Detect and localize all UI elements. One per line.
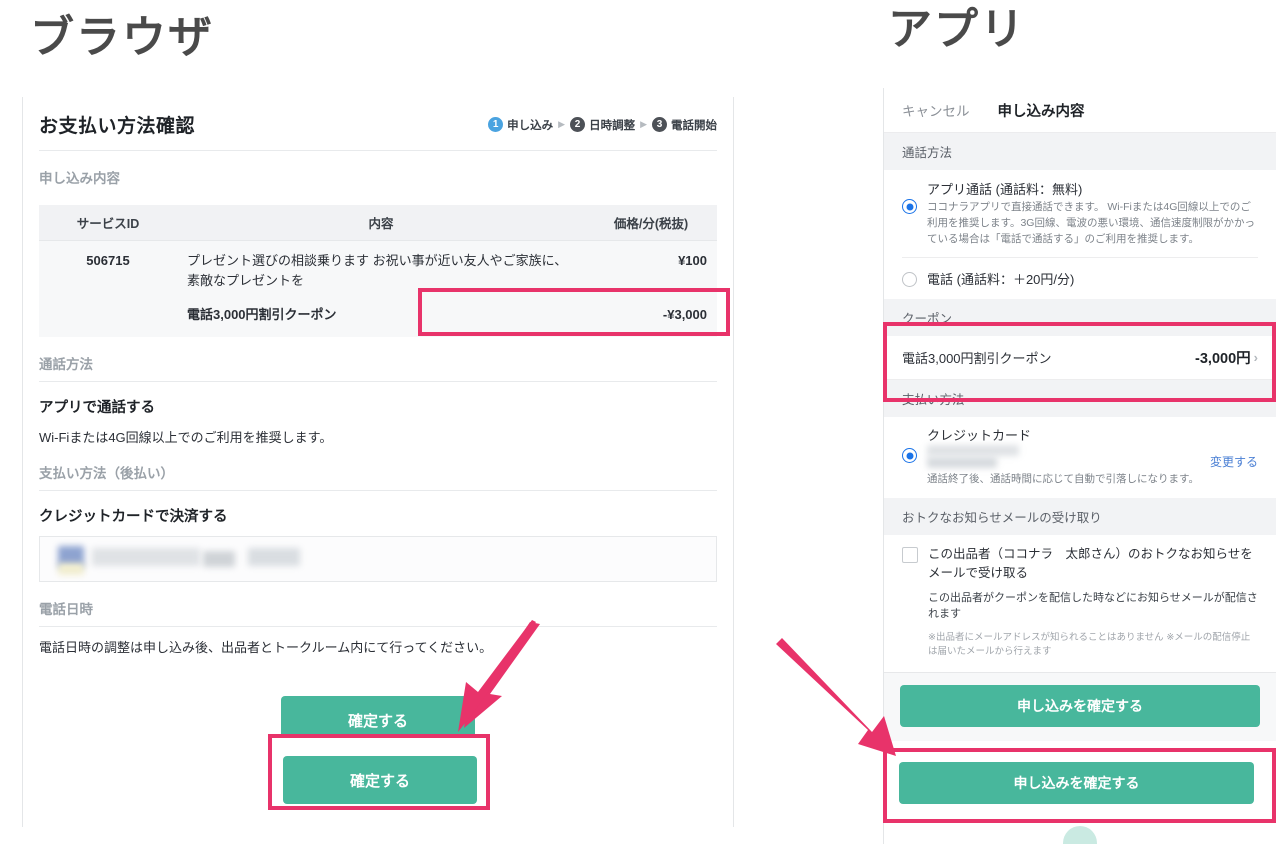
table-row: 506715 プレゼント選びの相談乗ります お祝い事が近い友人やご家族に、素敵な… [39,240,717,302]
card-number-masked [92,548,200,567]
cell-coupon: 電話3,000円割引クーポン -¥3,000 [177,301,717,338]
cell-description: プレゼント選びの相談乗ります お祝い事が近い友人やご家族に、素敵なプレゼントを [177,240,585,302]
app-call-method-options: アプリ通話 (通話料：無料) ココナラアプリで直接通話できます。 Wi-Fiまた… [884,170,1276,300]
table-header-row: サービスID 内容 価格/分(税抜) [39,205,717,241]
payment-title: クレジットカードで決済する [39,509,228,526]
newsletter-sub-note: この出品者がクーポンを配信した時などにお知らせメールが配信されます [928,591,1258,621]
app-payment-title: クレジットカード [927,428,1032,444]
card-brand-icon-lower [58,563,84,576]
step-indicator: 1 申し込み ▶ 2 日時調整 ▶ 3 電話開始 [488,117,717,133]
app-coupon-name: 電話3,000円割引クーポン [902,351,1052,367]
caption-app: アプリ [888,5,1026,54]
app-confirm-button[interactable]: 申し込みを確定する [900,684,1260,727]
radio-option-app-call[interactable]: アプリ通話 (通話料：無料) ココナラアプリで直接通話できます。 Wi-Fiまた… [902,170,1258,259]
card-line-1-masked [927,445,1019,457]
call-method-title: アプリで通話する [39,400,155,417]
step-label-1: 申し込み [507,119,554,132]
column-header-price: 価格/分(税抜) [585,205,717,241]
browser-confirm-wrapper: 確定する [39,696,717,745]
step-item-3: 3 電話開始 [652,117,717,133]
radio-label-app-call: アプリ通話 (通話料：無料) [927,182,1083,197]
step-separator-icon-2: ▶ [640,119,647,129]
app-group-header-payment: 支払い方法 [884,380,1276,418]
step-item-2: 2 日時調整 [570,117,635,133]
step-number-badge-1: 1 [488,117,504,132]
app-group-header-call-method: 通話方法 [884,133,1276,170]
step-separator-icon-1: ▶ [558,119,566,129]
app-payment-card-masked [927,445,1258,469]
app-nav-title: 申し込み内容 [997,103,1085,120]
step-item-1: 1 申し込み [488,117,553,133]
browser-confirm-button-overlay[interactable]: 確定する [283,756,477,804]
radio-label-phone-call: 電話 (通話料：＋20円/分) [927,272,1075,288]
coupon-name: 電話3,000円割引クーポン [187,307,337,323]
order-table: サービスID 内容 価格/分(税抜) 506715 プレゼント選びの相談乗ります… [39,205,717,338]
column-header-content: 内容 [177,205,585,241]
change-payment-link[interactable]: 変更する [1210,453,1258,470]
newsletter-checkbox-row[interactable]: この出品者（ココナラ 太郎さん）のおトクなお知らせをメールで受け取る この出品者… [884,535,1276,660]
step-number-badge-2: 2 [570,117,586,132]
browser-panel: お支払い方法確認 1 申し込み ▶ 2 日時調整 ▶ 3 電話開始 申し込み内容 [22,97,734,827]
table-row-coupon: 電話3,000円割引クーポン -¥3,000 [39,301,717,338]
radio-option-phone-call[interactable]: 電話 (通話料：＋20円/分) [902,258,1258,299]
payment-label: 支払い方法（後払い） [39,446,717,492]
newsletter-checkbox-label: この出品者（ココナラ 太郎さん）のおトクなお知らせをメールで受け取る [928,547,1253,580]
app-panel: キャンセル 申し込み内容 通話方法 アプリ通話 (通話料：無料) ココナラアプリ… [883,88,1276,844]
app-group-header-newsletter: おトクなお知らせメールの受け取り [884,498,1276,535]
browser-confirm-button[interactable]: 確定する [281,696,475,745]
app-coupon-row[interactable]: 電話3,000円割引クーポン -3,000円 › [884,336,1276,381]
chevron-right-icon: › [1253,350,1258,366]
radio-icon-phone-call[interactable] [902,271,917,287]
screenshot-root: ブラウザ アプリ お支払い方法確認 1 申し込み ▶ 2 日時調整 ▶ 3 電話… [0,0,1276,844]
step-label-3: 電話開始 [671,119,717,132]
card-number-tail-masked [203,551,235,568]
cell-price: ¥100 [585,240,717,302]
step-number-badge-3: 3 [652,117,667,132]
checkbox-icon-newsletter[interactable] [902,547,918,563]
card-expiry-masked [248,548,300,567]
app-coupon-value: -3,000円 › [1195,347,1258,368]
decorative-arc [1063,826,1097,844]
radio-desc-app-call: ココナラアプリで直接通話できます。 Wi-Fiまたは4G回線以上でのご利用を推奨… [927,201,1255,245]
radio-icon-app-call[interactable] [902,199,917,214]
step-label-2: 日時調整 [589,119,636,132]
newsletter-fine-print: ※出品者にメールアドレスが知られることはありません ※メールの配信停止は届いたメ… [928,631,1251,658]
card-line-2-masked [927,457,997,469]
datetime-label: 電話日時 [39,582,717,628]
app-payment-row[interactable]: クレジットカード 変更する 通話終了後、通話時間に応じて自動で引落しになります。 [884,417,1276,498]
datetime-note: 電話日時の調整は申し込み後、出品者とトークルーム内にて行ってください。 [39,640,493,656]
credit-card-field[interactable] [39,536,717,583]
browser-header: お支払い方法確認 1 申し込み ▶ 2 日時調整 ▶ 3 電話開始 [39,97,717,151]
cell-empty [39,301,177,338]
app-footer: 申し込みを確定する [884,672,1276,844]
app-payment-note: 通話終了後、通話時間に応じて自動で引落しになります。 [927,473,1199,486]
cell-service-id: 506715 [39,240,177,302]
cancel-button[interactable]: キャンセル [902,100,970,120]
call-method-note: Wi-Fiまたは4G回線以上でのご利用を推奨します。 [39,430,333,446]
call-method-label: 通話方法 [39,337,717,383]
app-confirm-button-overlay[interactable]: 申し込みを確定する [899,762,1254,804]
caption-browser: ブラウザ [30,13,214,62]
coupon-amount: -¥3,000 [662,307,707,323]
column-header-service-id: サービスID [39,205,177,241]
app-group-header-coupon: クーポン [884,299,1276,337]
app-coupon-amount: -3,000円 [1195,351,1251,368]
radio-icon-credit-card[interactable] [902,448,917,464]
order-section-label: 申し込み内容 [39,171,120,186]
app-navbar: キャンセル 申し込み内容 [884,88,1276,133]
page-title: お支払い方法確認 [39,116,196,137]
